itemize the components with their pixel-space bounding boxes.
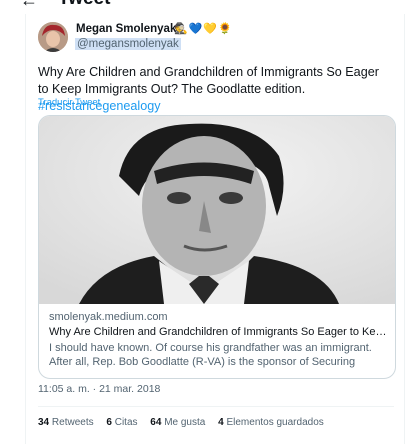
translate-link[interactable]: Traducir Tweet [38, 97, 100, 108]
card-image[interactable] [39, 116, 395, 304]
stat-bookmarks[interactable]: 4 Elementos guardados [218, 417, 324, 428]
tweet-timestamp[interactable]: 11:05 a. m. · 21 mar. 2018 [38, 383, 160, 395]
card-title: Why Are Children and Grandchildren of Im… [49, 326, 391, 338]
stat-quotes[interactable]: 6 Citas [106, 417, 137, 428]
link-card[interactable]: smolenyak.medium.com Why Are Children an… [38, 115, 396, 379]
card-domain: smolenyak.medium.com [49, 311, 168, 323]
divider [38, 406, 394, 407]
page-title: Tweet [58, 0, 110, 10]
author-name[interactable]: Megan Smolenyak [76, 23, 176, 35]
tweet-body: Why Are Children and Grandchildren of Im… [38, 65, 379, 96]
card-description: I should have known. Of course his grand… [49, 342, 372, 368]
author-handle[interactable]: @megansmolenyak [75, 38, 181, 50]
engagement-stats: 34 Retweets 6 Citas 64 Me gusta 4 Elemen… [38, 417, 334, 428]
avatar[interactable] [38, 22, 68, 52]
author-emoji: 🕵️💙💛🌻 [174, 23, 233, 35]
back-arrow-icon[interactable]: ← [20, 0, 38, 11]
stat-likes[interactable]: 64 Me gusta [150, 417, 205, 428]
tweet-detail: Megan Smolenyak 🕵️💙💛🌻 @megansmolenyak Wh… [25, 14, 405, 444]
stat-retweets[interactable]: 34 Retweets [38, 417, 94, 428]
tweet-page: ← Tweet Megan Smolenyak 🕵️💙💛🌻 @megansmol… [0, 0, 420, 444]
